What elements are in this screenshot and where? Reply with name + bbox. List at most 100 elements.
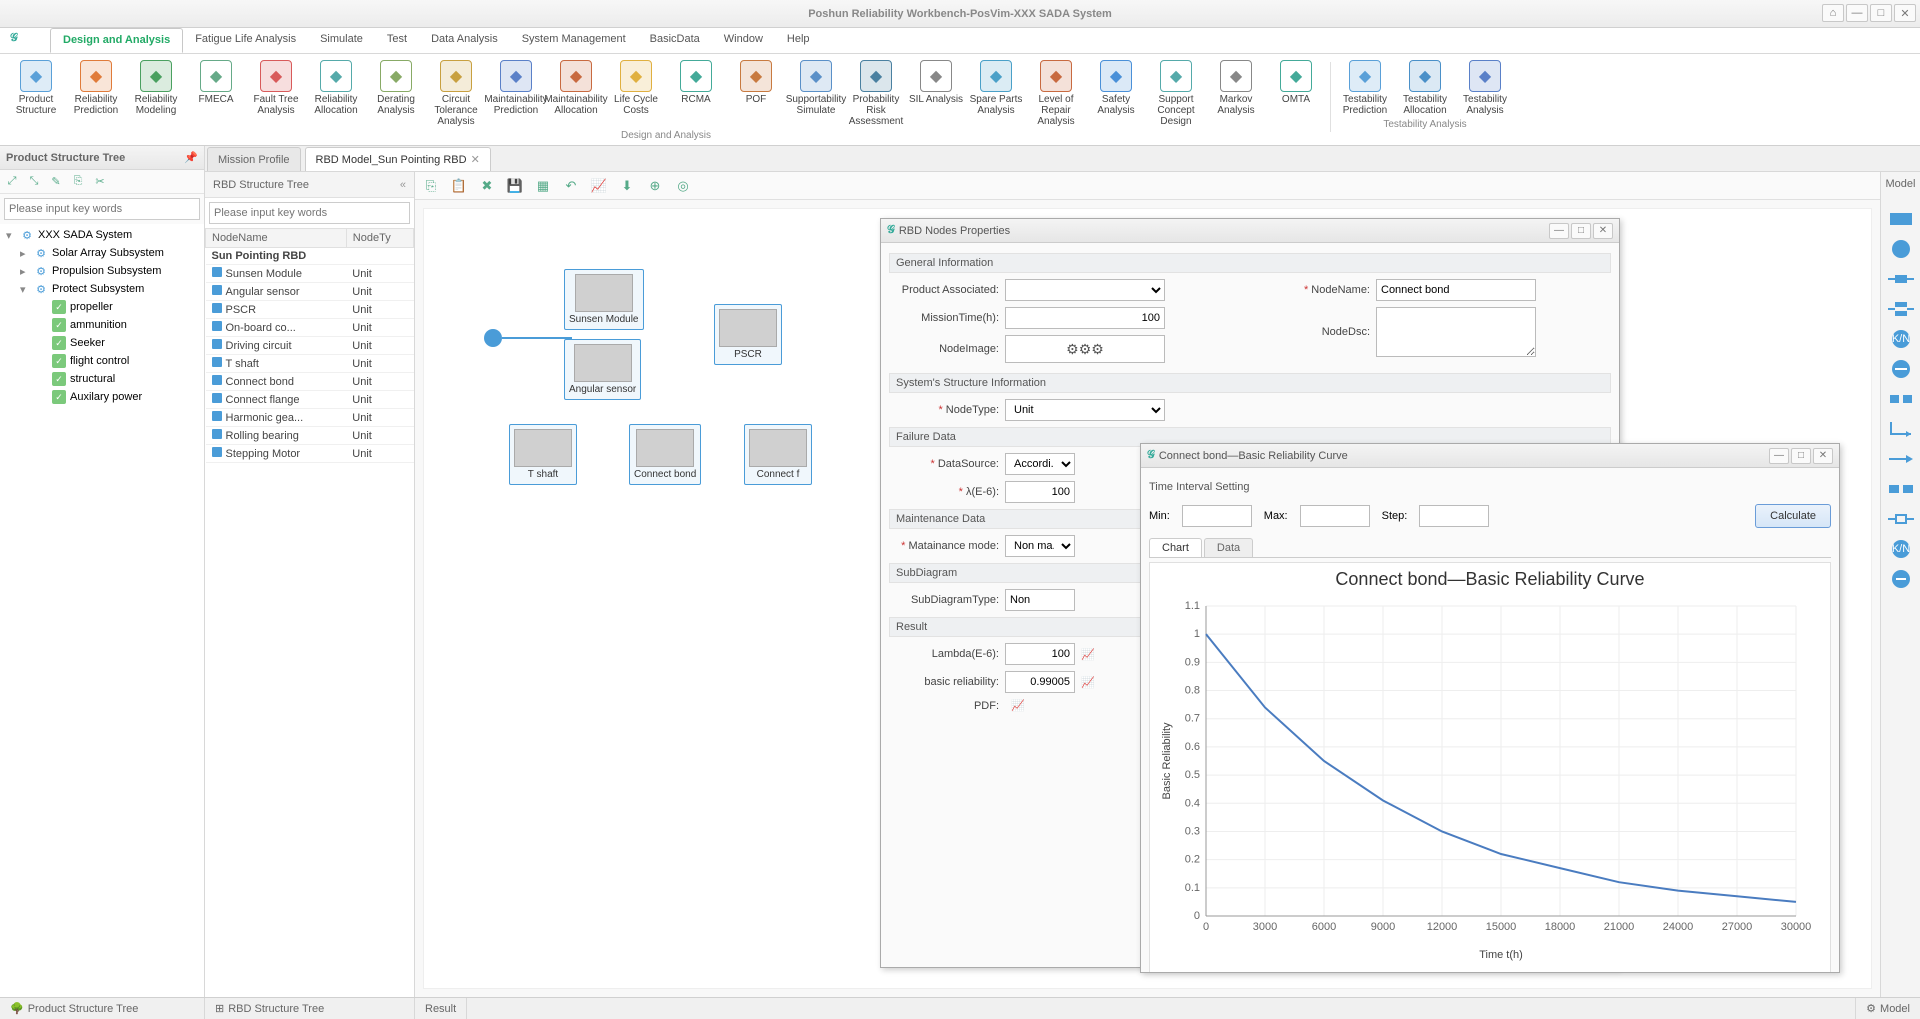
ribbon-reliability-modeling[interactable]: ◆Reliability Modeling: [126, 58, 186, 129]
max-input[interactable]: [1300, 505, 1370, 527]
edit-icon[interactable]: ✎: [48, 174, 64, 190]
product-tree[interactable]: ▾⚙XXX SADA System▸⚙Solar Array Subsystem…: [0, 224, 204, 997]
tree-node[interactable]: ▾⚙Protect Subsystem: [2, 280, 202, 298]
tab-close-icon[interactable]: ✕: [471, 153, 480, 166]
shape-path-icon[interactable]: [1888, 420, 1914, 438]
table-row[interactable]: Rolling bearingUnit: [206, 427, 414, 445]
shape-series2-icon[interactable]: [1888, 390, 1914, 408]
tree-node[interactable]: ▾⚙XXX SADA System: [2, 226, 202, 244]
tool-copy-icon[interactable]: ⎘: [421, 176, 441, 196]
tool-export-icon[interactable]: ⬇: [617, 176, 637, 196]
status-model[interactable]: ⚙Model: [1855, 998, 1920, 1019]
nodename-input[interactable]: [1376, 279, 1536, 301]
window-help-icon[interactable]: ⌂: [1822, 4, 1844, 22]
pin-icon[interactable]: 📌: [184, 151, 198, 164]
curve-min-icon[interactable]: —: [1769, 448, 1789, 464]
ribbon-maintainability-allocation[interactable]: ◆Maintainability Allocation: [546, 58, 606, 129]
missiontime-input[interactable]: [1005, 307, 1165, 329]
ribbon-derating-analysis[interactable]: ◆Derating Analysis: [366, 58, 426, 129]
rbd-node[interactable]: Angular sensor: [564, 339, 641, 400]
ribbon-rcma[interactable]: ◆RCMA: [666, 58, 726, 129]
ribbon-safety-analysis[interactable]: ◆Safety Analysis: [1086, 58, 1146, 129]
dialog-close-icon[interactable]: ✕: [1593, 223, 1613, 239]
tool-chart-icon[interactable]: 📈: [589, 176, 609, 196]
ribbon-testability-analysis[interactable]: ◆Testability Analysis: [1455, 58, 1515, 118]
calculate-button[interactable]: Calculate: [1755, 504, 1831, 528]
ribbon-level-of-repair-analysis[interactable]: ◆Level of Repair Analysis: [1026, 58, 1086, 129]
ribbon-maintainability-prediction[interactable]: ◆Maintainability Prediction: [486, 58, 546, 129]
shape-circle-icon[interactable]: [1888, 240, 1914, 258]
tool-save-icon[interactable]: 💾: [505, 176, 525, 196]
tree-node[interactable]: ✓Auxilary power: [2, 388, 202, 406]
tool-delete-icon[interactable]: ✖: [477, 176, 497, 196]
tab-chart[interactable]: Chart: [1149, 538, 1202, 557]
rbd-node[interactable]: Sunsen Module: [564, 269, 644, 330]
tree-node[interactable]: ✓ammunition: [2, 316, 202, 334]
copy-icon[interactable]: ⎘: [70, 174, 86, 190]
tree-node[interactable]: ✓flight control: [2, 352, 202, 370]
rbd-search-input[interactable]: [209, 202, 410, 224]
rbd-start-node[interactable]: [484, 329, 502, 347]
dialog-max-icon[interactable]: □: [1571, 223, 1591, 239]
table-row[interactable]: Sun Pointing RBD: [206, 248, 414, 265]
table-row[interactable]: Driving circuitUnit: [206, 337, 414, 355]
table-row[interactable]: Harmonic gea...Unit: [206, 409, 414, 427]
doc-tab[interactable]: Mission Profile: [207, 147, 301, 171]
ribbon-fault-tree-analysis[interactable]: ◆Fault Tree Analysis: [246, 58, 306, 129]
tool-fit-icon[interactable]: ⊕: [645, 176, 665, 196]
shape-dual-icon[interactable]: [1888, 480, 1914, 498]
tree-node[interactable]: ✓structural: [2, 370, 202, 388]
status-product-tree[interactable]: 🌳Product Structure Tree: [0, 998, 205, 1019]
table-row[interactable]: Connect bondUnit: [206, 373, 414, 391]
menu-system-management[interactable]: System Management: [510, 28, 638, 53]
table-row[interactable]: Sunsen ModuleUnit: [206, 265, 414, 283]
ribbon-reliability-allocation[interactable]: ◆Reliability Allocation: [306, 58, 366, 129]
shape-bridge-icon[interactable]: [1888, 360, 1914, 378]
ribbon-testability-allocation[interactable]: ◆Testability Allocation: [1395, 58, 1455, 118]
table-row[interactable]: T shaftUnit: [206, 355, 414, 373]
curve-dialog-title[interactable]: 𝒢 Connect bond—Basic Reliability Curve —…: [1141, 444, 1839, 468]
rbd-table[interactable]: NodeName NodeTy Sun Pointing RBDSunsen M…: [205, 228, 414, 997]
table-row[interactable]: Connect flangeUnit: [206, 391, 414, 409]
rbd-node[interactable]: PSCR: [714, 304, 782, 365]
rbd-node[interactable]: Connect bond: [629, 424, 701, 485]
status-rbd-tree[interactable]: ⊞RBD Structure Tree: [205, 998, 415, 1019]
datasource-select[interactable]: Accordi...: [1005, 453, 1075, 475]
shape-kn-icon[interactable]: K/N: [1888, 330, 1914, 348]
lambda-input[interactable]: [1005, 481, 1075, 503]
min-input[interactable]: [1182, 505, 1252, 527]
ribbon-fmeca[interactable]: ◆FMECA: [186, 58, 246, 129]
table-row[interactable]: PSCRUnit: [206, 301, 414, 319]
maximize-icon[interactable]: □: [1870, 4, 1892, 22]
shape-series-icon[interactable]: [1888, 270, 1914, 288]
curve-close-icon[interactable]: ✕: [1813, 448, 1833, 464]
dialog-title[interactable]: 𝒢 RBD Nodes Properties — □ ✕: [881, 219, 1619, 243]
col-nodetype[interactable]: NodeTy: [346, 229, 413, 248]
ribbon-probability-risk-assessment[interactable]: ◆Probability Risk Assessment: [846, 58, 906, 129]
ribbon-life-cycle-costs[interactable]: ◆Life Cycle Costs: [606, 58, 666, 129]
ribbon-support-concept-design[interactable]: ◆Support Concept Design: [1146, 58, 1206, 129]
nodetype-select[interactable]: Unit: [1005, 399, 1165, 421]
ribbon-testability-prediction[interactable]: ◆Testability Prediction: [1335, 58, 1395, 118]
collapse-panel-icon[interactable]: «: [400, 179, 406, 191]
cut-icon[interactable]: ✂: [92, 174, 108, 190]
nodeimage-preview[interactable]: ⚙⚙⚙: [1005, 335, 1165, 363]
table-row[interactable]: Stepping MotorUnit: [206, 445, 414, 463]
shape-kn2-icon[interactable]: K/N: [1888, 540, 1914, 558]
maintmode-select[interactable]: Non ma...: [1005, 535, 1075, 557]
tool-zoom-icon[interactable]: ◎: [673, 176, 693, 196]
menu-basicdata[interactable]: BasicData: [638, 28, 712, 53]
product-assoc-select[interactable]: [1005, 279, 1165, 301]
shape-rect-icon[interactable]: [1888, 210, 1914, 228]
menu-design-and-analysis[interactable]: Design and Analysis: [50, 28, 183, 53]
tab-data[interactable]: Data: [1204, 538, 1253, 557]
minimize-icon[interactable]: —: [1846, 4, 1868, 22]
menu-fatigue-life-analysis[interactable]: Fatigue Life Analysis: [183, 28, 308, 53]
shape-parallel-icon[interactable]: [1888, 300, 1914, 318]
tool-undo-icon[interactable]: ↶: [561, 176, 581, 196]
ribbon-circuit-tolerance-analysis[interactable]: ◆Circuit Tolerance Analysis: [426, 58, 486, 129]
ribbon-supportability-simulate[interactable]: ◆Supportability Simulate: [786, 58, 846, 129]
menu-data-analysis[interactable]: Data Analysis: [419, 28, 510, 53]
menu-window[interactable]: Window: [712, 28, 775, 53]
col-nodename[interactable]: NodeName: [206, 229, 347, 248]
